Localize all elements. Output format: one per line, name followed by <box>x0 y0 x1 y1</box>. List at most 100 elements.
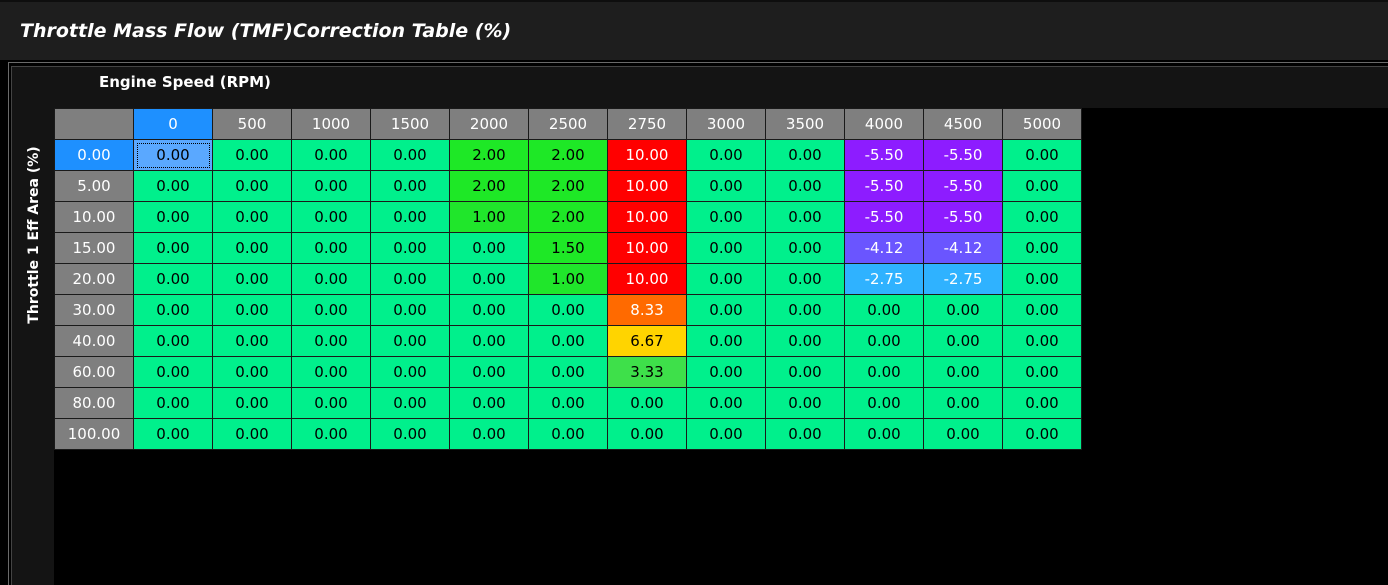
table-cell[interactable]: 0.00 <box>765 356 845 388</box>
table-cell[interactable]: 0.00 <box>370 294 450 326</box>
table-cell[interactable]: 0.00 <box>1002 294 1082 326</box>
table-cell[interactable]: 0.00 <box>370 356 450 388</box>
column-header-rpm[interactable]: 2750 <box>607 108 687 140</box>
column-header-rpm[interactable]: 1000 <box>291 108 371 140</box>
table-cell[interactable]: 0.00 <box>923 387 1003 419</box>
table-cell[interactable]: 0.00 <box>765 201 845 233</box>
table-cell[interactable]: 0.00 <box>607 418 687 450</box>
table-cell[interactable]: -2.75 <box>844 263 924 295</box>
table-cell[interactable]: 0.00 <box>844 294 924 326</box>
table-cell[interactable]: 0.00 <box>449 294 529 326</box>
table-cell[interactable]: 0.00 <box>528 325 608 357</box>
table-cell[interactable]: 0.00 <box>844 356 924 388</box>
table-cell[interactable]: 0.00 <box>133 232 213 264</box>
table-cell[interactable]: 0.00 <box>844 325 924 357</box>
table-cell[interactable]: 0.00 <box>844 418 924 450</box>
table-cell[interactable]: 0.00 <box>765 387 845 419</box>
table-cell[interactable]: 0.00 <box>212 139 292 171</box>
table-cell[interactable]: 0.00 <box>212 263 292 295</box>
table-cell[interactable]: 0.00 <box>1002 325 1082 357</box>
table-cell[interactable]: 0.00 <box>923 418 1003 450</box>
table-cell[interactable]: 0.00 <box>923 325 1003 357</box>
column-header-rpm[interactable]: 4000 <box>844 108 924 140</box>
table-cell[interactable]: 0.00 <box>212 294 292 326</box>
table-cell[interactable]: 0.00 <box>765 294 845 326</box>
row-header-eff-area[interactable]: 15.00 <box>54 232 134 264</box>
row-header-eff-area[interactable]: 80.00 <box>54 387 134 419</box>
table-cell[interactable]: 10.00 <box>607 232 687 264</box>
table-cell[interactable]: 10.00 <box>607 139 687 171</box>
table-cell[interactable]: 0.00 <box>133 418 213 450</box>
table-cell[interactable]: 0.00 <box>291 294 371 326</box>
row-header-eff-area[interactable]: 5.00 <box>54 170 134 202</box>
table-cell[interactable]: 0.00 <box>291 325 371 357</box>
table-cell[interactable]: 0.00 <box>449 263 529 295</box>
table-cell[interactable]: 0.00 <box>844 387 924 419</box>
table-cell[interactable]: 0.00 <box>686 418 766 450</box>
table-cell[interactable]: 0.00 <box>212 201 292 233</box>
table-cell[interactable]: 0.00 <box>370 325 450 357</box>
table-cell[interactable]: 1.50 <box>528 232 608 264</box>
table-cell[interactable]: 0.00 <box>212 232 292 264</box>
table-cell[interactable]: 0.00 <box>133 170 213 202</box>
column-header-rpm[interactable]: 3500 <box>765 108 845 140</box>
table-cell[interactable]: -5.50 <box>923 170 1003 202</box>
row-header-eff-area[interactable]: 30.00 <box>54 294 134 326</box>
table-cell[interactable]: 0.00 <box>1002 139 1082 171</box>
table-cell[interactable]: 0.00 <box>212 418 292 450</box>
column-header-rpm[interactable]: 3000 <box>686 108 766 140</box>
table-cell[interactable]: 0.00 <box>1002 170 1082 202</box>
table-cell[interactable]: 0.00 <box>449 418 529 450</box>
table-cell[interactable]: 0.00 <box>370 418 450 450</box>
table-cell[interactable]: 0.00 <box>370 263 450 295</box>
row-header-eff-area[interactable]: 60.00 <box>54 356 134 388</box>
table-cell[interactable]: 0.00 <box>370 170 450 202</box>
table-cell[interactable]: 2.00 <box>528 139 608 171</box>
table-cell[interactable]: 0.00 <box>1002 232 1082 264</box>
table-cell[interactable]: 0.00 <box>1002 356 1082 388</box>
table-cell[interactable]: 0.00 <box>686 170 766 202</box>
table-cell[interactable]: 0.00 <box>212 387 292 419</box>
table-cell[interactable]: -5.50 <box>844 170 924 202</box>
table-cell[interactable]: -4.12 <box>923 232 1003 264</box>
table-cell[interactable]: 6.67 <box>607 325 687 357</box>
table-cell[interactable]: 0.00 <box>291 232 371 264</box>
table-cell[interactable]: 0.00 <box>765 139 845 171</box>
table-cell[interactable]: 0.00 <box>765 170 845 202</box>
table-cell[interactable]: 0.00 <box>686 263 766 295</box>
table-cell[interactable]: 2.00 <box>528 201 608 233</box>
table-cell[interactable]: 0.00 <box>686 325 766 357</box>
table-cell[interactable]: 0.00 <box>133 356 213 388</box>
table-cell[interactable]: 0.00 <box>528 387 608 419</box>
table-cell[interactable]: 0.00 <box>1002 263 1082 295</box>
row-header-eff-area[interactable]: 100.00 <box>54 418 134 450</box>
table-cell[interactable]: 0.00 <box>133 139 213 171</box>
column-header-rpm[interactable]: 0 <box>133 108 213 140</box>
column-header-rpm[interactable]: 4500 <box>923 108 1003 140</box>
table-cell[interactable]: 0.00 <box>607 387 687 419</box>
row-header-eff-area[interactable]: 20.00 <box>54 263 134 295</box>
table-cell[interactable]: 0.00 <box>765 232 845 264</box>
column-header-rpm[interactable]: 2000 <box>449 108 529 140</box>
table-cell[interactable]: 0.00 <box>449 232 529 264</box>
table-cell[interactable]: 0.00 <box>133 387 213 419</box>
table-cell[interactable]: 0.00 <box>686 294 766 326</box>
table-cell[interactable]: -5.50 <box>844 139 924 171</box>
column-header-rpm[interactable]: 500 <box>212 108 292 140</box>
column-header-rpm[interactable]: 2500 <box>528 108 608 140</box>
table-cell[interactable]: 0.00 <box>765 418 845 450</box>
table-cell[interactable]: 0.00 <box>765 325 845 357</box>
table-cell[interactable]: 0.00 <box>133 263 213 295</box>
table-cell[interactable]: 0.00 <box>291 263 371 295</box>
table-cell[interactable]: 0.00 <box>370 387 450 419</box>
table-cell[interactable]: 0.00 <box>291 356 371 388</box>
table-cell[interactable]: 2.00 <box>449 139 529 171</box>
table-cell[interactable]: 0.00 <box>1002 201 1082 233</box>
table-cell[interactable]: 2.00 <box>528 170 608 202</box>
table-cell[interactable]: 0.00 <box>686 387 766 419</box>
table-cell[interactable]: 0.00 <box>133 325 213 357</box>
table-cell[interactable]: -5.50 <box>923 201 1003 233</box>
table-cell[interactable]: -2.75 <box>923 263 1003 295</box>
table-cell[interactable]: -4.12 <box>844 232 924 264</box>
table-cell[interactable]: 0.00 <box>923 356 1003 388</box>
